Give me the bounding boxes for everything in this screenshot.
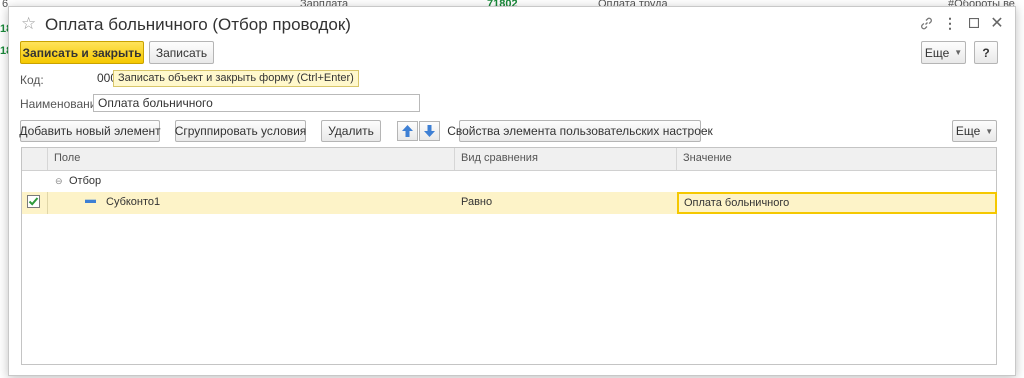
table-row-group[interactable]: ⊖ Отбор	[22, 171, 996, 192]
name-field[interactable]: Оплата больничного	[93, 94, 420, 112]
more-label: Еще	[924, 45, 950, 60]
filter-more-button[interactable]: Еще ▼	[952, 120, 997, 142]
title-bar: ☆ Оплата больничного (Отбор проводок) ⋮ …	[9, 7, 1015, 41]
modal-window: ☆ Оплата больничного (Отбор проводок) ⋮ …	[8, 6, 1016, 376]
group-conditions-button[interactable]: Сгруппировать условия	[175, 120, 306, 142]
window-title: Оплата больничного (Отбор проводок)	[45, 15, 351, 34]
dropdown-icon: ▼	[954, 48, 963, 57]
help-button[interactable]: ?	[974, 41, 998, 64]
column-divider	[676, 148, 677, 170]
value-cell-editor[interactable]: Оплата больничного	[677, 192, 997, 214]
dropdown-icon: ▼	[985, 126, 994, 136]
save-button[interactable]: Записать	[149, 41, 214, 64]
table-row[interactable]: ▬ Субконто1 Равно Оплата больничного	[22, 192, 997, 214]
checkmark-icon	[28, 197, 39, 206]
column-header-field[interactable]: Поле	[54, 152, 80, 164]
maximize-icon[interactable]	[965, 15, 983, 31]
move-down-button[interactable]	[419, 121, 440, 141]
column-header-comparison[interactable]: Вид сравнения	[461, 152, 538, 164]
column-divider	[47, 148, 48, 170]
element-properties-button[interactable]: Свойства элемента пользовательских настр…	[447, 120, 713, 142]
cell-value: Оплата больничного	[684, 197, 790, 209]
arrow-up-icon	[402, 125, 413, 137]
star-icon[interactable]: ☆	[21, 14, 36, 34]
group-label: Отбор	[69, 175, 102, 187]
close-icon[interactable]: ✕	[988, 13, 1006, 33]
column-divider	[47, 192, 48, 214]
code-label: Код:	[20, 73, 44, 87]
filter-table: Поле Вид сравнения Значение ⊖ Отбор ▬ Су…	[21, 147, 997, 365]
column-header-value[interactable]: Значение	[683, 152, 732, 164]
cell-field: Субконто1	[106, 196, 161, 208]
more-button[interactable]: Еще ▼	[921, 41, 966, 64]
add-element-button[interactable]: Добавить новый элемент	[19, 120, 161, 142]
table-header: Поле Вид сравнения Значение	[22, 148, 996, 171]
arrow-down-icon	[424, 125, 435, 137]
link-icon[interactable]	[917, 15, 935, 33]
delete-button[interactable]: Удалить	[321, 120, 381, 142]
save-and-close-button[interactable]: Записать и закрыть	[20, 41, 144, 64]
field-type-icon: ▬	[85, 194, 96, 206]
collapse-icon[interactable]: ⊖	[55, 176, 63, 187]
move-up-button[interactable]	[397, 121, 418, 141]
filter-more-label: Еще	[955, 124, 981, 138]
row-checkbox[interactable]	[27, 195, 40, 208]
cell-comparison[interactable]: Равно	[461, 196, 492, 208]
tooltip: Записать объект и закрыть форму (Ctrl+En…	[113, 70, 359, 87]
more-vertical-icon[interactable]: ⋮	[941, 15, 959, 32]
column-divider	[454, 148, 455, 170]
